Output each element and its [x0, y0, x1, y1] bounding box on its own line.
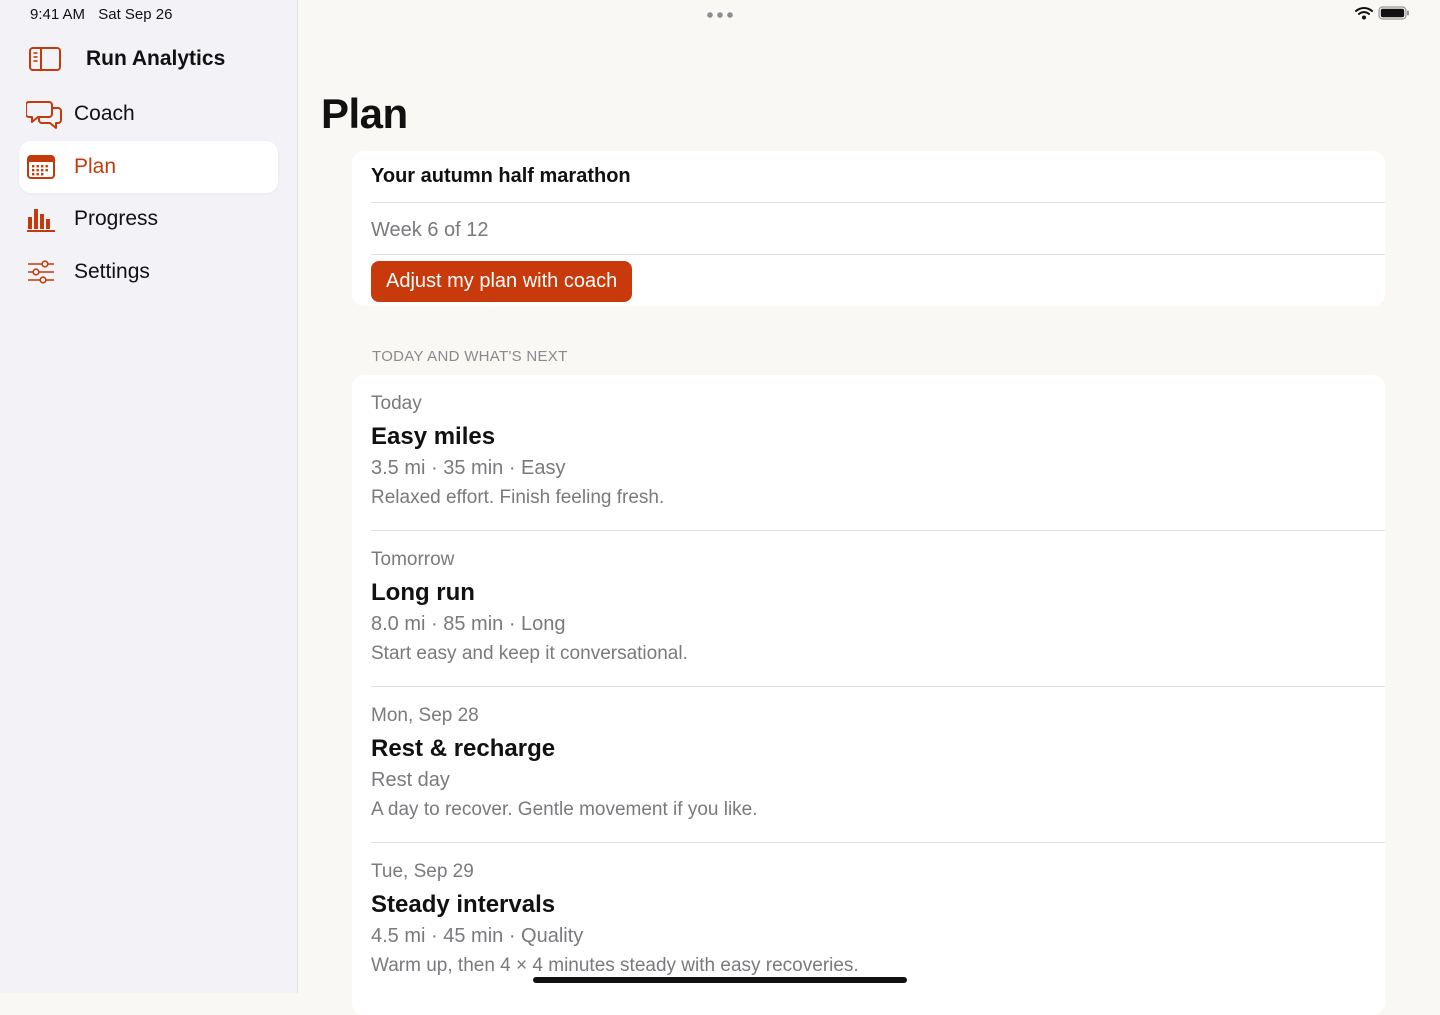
sidebar-item-progress[interactable]: Progress: [19, 193, 278, 245]
session-day: Tue, Sep 29: [371, 861, 474, 882]
chat-bubbles-icon: [26, 99, 66, 129]
session-meta: 8.0 mi · 85 min · Long: [371, 613, 566, 635]
plan-week-row: Week 6 of 12: [371, 203, 1385, 255]
list-item[interactable]: Tue, Sep 29 Steady intervals 4.5 mi · 45…: [371, 843, 1385, 998]
list-item[interactable]: Today Easy miles 3.5 mi · 35 min · Easy …: [371, 375, 1385, 531]
list-item[interactable]: Mon, Sep 28 Rest & recharge Rest day A d…: [371, 687, 1385, 843]
session-note: Warm up, then 4 × 4 minutes steady with …: [371, 955, 859, 976]
session-note: Start easy and keep it conversational.: [371, 643, 688, 664]
session-note: Relaxed effort. Finish feeling fresh.: [371, 487, 665, 508]
home-indicator[interactable]: [533, 977, 907, 983]
sidebar-item-coach[interactable]: Coach: [19, 88, 278, 140]
plan-card: Your autumn half marathon Week 6 of 12 A…: [352, 151, 1385, 306]
sidebar-item-label: Settings: [74, 259, 150, 283]
session-title: Easy miles: [371, 423, 496, 450]
session-day: Today: [371, 393, 422, 414]
session-meta: Rest day: [371, 769, 450, 791]
sidebar-item-label: Progress: [74, 207, 159, 230]
session-day: Tomorrow: [371, 549, 455, 570]
list-item[interactable]: Tomorrow Long run 8.0 mi · 85 min · Long…: [371, 531, 1385, 687]
calendar-icon: [26, 152, 66, 182]
app-header: Run Analytics: [28, 42, 225, 76]
session-title: Steady intervals: [371, 891, 556, 918]
adjust-plan-button[interactable]: Adjust my plan with coach: [371, 261, 633, 302]
session-note: A day to recover. Gentle movement if you…: [371, 799, 758, 820]
sidebar-item-settings[interactable]: Settings: [19, 246, 278, 298]
sessions-list: Today Easy miles 3.5 mi · 35 min · Easy …: [352, 375, 1385, 1015]
session-title: Rest & recharge: [371, 735, 556, 762]
status-bar-left: 9:41 AM Sat Sep 26: [30, 6, 181, 23]
plan-week: Week 6 of 12: [371, 219, 489, 241]
plan-title: Your autumn half marathon: [371, 165, 631, 187]
session-meta: 4.5 mi · 45 min · Quality: [371, 925, 584, 947]
session-meta: 3.5 mi · 35 min · Easy: [371, 457, 566, 479]
status-time: 9:41 AM: [30, 6, 86, 23]
sidebar-nav: Coach Plan Progress Settings: [19, 88, 278, 298]
sliders-icon: [26, 257, 66, 287]
plan-title-row: Your autumn half marathon: [371, 151, 1385, 203]
sidebar-item-label: Coach: [74, 102, 135, 125]
sidebar: 9:41 AM Sat Sep 26 Run Analytics Coach P…: [0, 0, 298, 993]
bar-chart-icon: [26, 204, 66, 234]
page-title: Plan: [321, 90, 408, 137]
main-content: Plan Your autumn half marathon Week 6 of…: [298, 0, 1440, 1015]
sidebar-item-label: Plan: [74, 154, 117, 178]
section-header: TODAY AND WHAT'S NEXT: [372, 348, 568, 365]
status-date: Sat Sep 26: [98, 6, 173, 23]
sidebar-toggle-icon[interactable]: [28, 46, 62, 72]
session-day: Mon, Sep 28: [371, 705, 479, 726]
app-title: Run Analytics: [86, 47, 226, 70]
session-title: Long run: [371, 579, 475, 606]
sidebar-item-plan[interactable]: Plan: [19, 140, 278, 193]
